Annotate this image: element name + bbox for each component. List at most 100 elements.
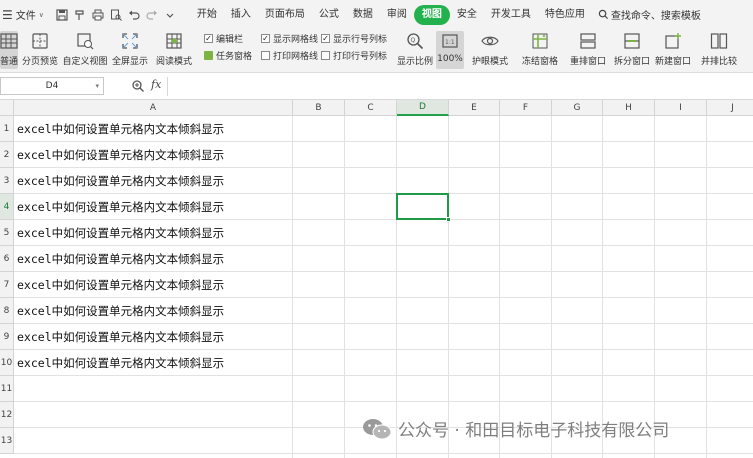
print-icon[interactable] xyxy=(90,7,106,23)
row-header-6[interactable]: 6 xyxy=(0,246,14,272)
cell-a4[interactable]: excel中如何设置单元格内文本倾斜显示 xyxy=(17,194,224,220)
tab-page-layout[interactable]: 页面布局 xyxy=(258,5,312,25)
new-window-button[interactable]: 新建窗口 xyxy=(653,31,693,69)
split-window-button[interactable]: 拆分窗口 xyxy=(612,31,652,69)
cell-a5[interactable]: excel中如何设置单元格内文本倾斜显示 xyxy=(17,220,224,246)
view-ribbon: 普通 分页预览 自定义视图 全屏显示 阅读模式 ✓ 编辑栏 任务窗格 ✓ 显示网格线… xyxy=(0,29,753,73)
fx-icon[interactable]: fx xyxy=(151,78,161,91)
tab-review[interactable]: 审阅 xyxy=(380,5,414,25)
column-header-g[interactable]: G xyxy=(552,100,603,116)
row-header-7[interactable]: 7 xyxy=(0,272,14,298)
side-by-side-icon xyxy=(709,31,729,51)
column-header-b[interactable]: B xyxy=(293,100,345,116)
checkbox-checked-icon: ✓ xyxy=(321,33,330,43)
eye-protection-button[interactable]: 护眼模式 xyxy=(470,31,510,69)
print-preview-icon[interactable] xyxy=(108,7,124,23)
row-header-8[interactable]: 8 xyxy=(0,298,14,324)
cell-a2[interactable]: excel中如何设置单元格内文本倾斜显示 xyxy=(17,142,224,168)
undo-icon[interactable] xyxy=(126,7,142,23)
cell-a3[interactable]: excel中如何设置单元格内文本倾斜显示 xyxy=(17,168,224,194)
menu-bar: ☰ 文件 ∨ 开始 插入 页面布局 公式 数据 审阅 视图 安全 开发工具 特色… xyxy=(0,0,753,29)
page-break-preview-button[interactable]: 分页预览 xyxy=(21,31,59,69)
row-header-1[interactable]: 1 xyxy=(0,116,14,142)
column-header-a[interactable]: A xyxy=(14,100,293,116)
save-icon[interactable] xyxy=(54,7,70,23)
worksheet-grid[interactable]: A B C D E F G H I J 1 excel中如何设置单元格内文本倾斜显示 2 excel中如何… xyxy=(0,100,753,458)
tab-view[interactable]: 视图 xyxy=(413,4,450,25)
print-gridlines-checkbox[interactable]: 打印网格线 xyxy=(261,49,318,62)
tab-data[interactable]: 数据 xyxy=(346,5,380,25)
normal-view-button[interactable]: 普通 xyxy=(0,31,18,69)
column-header-c[interactable]: C xyxy=(345,100,397,116)
cell-a9[interactable]: excel中如何设置单元格内文本倾斜显示 xyxy=(17,324,224,350)
formula-bar: D4 ▾ fx xyxy=(0,73,753,100)
chevron-down-icon[interactable]: ▾ xyxy=(95,82,99,90)
custom-view-icon xyxy=(75,31,95,51)
rearrange-windows-button[interactable]: 重排窗口 xyxy=(566,31,610,69)
zoom-icon: Q xyxy=(405,31,425,51)
normal-view-label: 普通 xyxy=(0,57,19,67)
print-gridlines-label: 打印网格线 xyxy=(273,52,319,62)
select-all-corner[interactable] xyxy=(0,100,14,116)
zoom-100-button[interactable]: 1:1 100% xyxy=(436,31,464,69)
column-header-i[interactable]: I xyxy=(655,100,707,116)
hamburger-icon: ☰ xyxy=(2,7,13,22)
reading-mode-icon xyxy=(164,31,184,51)
cell-a7[interactable]: excel中如何设置单元格内文本倾斜显示 xyxy=(17,272,224,298)
active-cell-selection[interactable] xyxy=(396,193,451,222)
column-header-d[interactable]: D xyxy=(397,100,449,116)
more-icon[interactable] xyxy=(162,7,178,23)
zoom-ratio-button[interactable]: Q 显示比例 xyxy=(396,31,434,69)
reading-mode-button[interactable]: 阅读模式 xyxy=(152,31,196,69)
column-header-h[interactable]: H xyxy=(603,100,655,116)
redo-icon[interactable] xyxy=(144,7,160,23)
cell-a1[interactable]: excel中如何设置单元格内文本倾斜显示 xyxy=(17,116,224,142)
column-header-e[interactable]: E xyxy=(449,100,500,116)
split-window-icon xyxy=(622,31,642,51)
file-menu[interactable]: ☰ 文件 ∨ xyxy=(0,0,44,29)
row-header-4[interactable]: 4 xyxy=(0,194,14,220)
new-window-icon xyxy=(663,31,683,51)
tab-formulas[interactable]: 公式 xyxy=(312,5,346,25)
cell-a10[interactable]: excel中如何设置单元格内文本倾斜显示 xyxy=(17,350,224,376)
formula-input[interactable] xyxy=(167,77,753,96)
fullscreen-button[interactable]: 全屏显示 xyxy=(112,31,148,69)
cell-a6[interactable]: excel中如何设置单元格内文本倾斜显示 xyxy=(17,246,224,272)
column-header-j[interactable]: J xyxy=(707,100,753,116)
row-header-5[interactable]: 5 xyxy=(0,220,14,246)
show-gridlines-checkbox[interactable]: ✓ 显示网格线 xyxy=(261,32,318,45)
cell-a8[interactable]: excel中如何设置单元格内文本倾斜显示 xyxy=(17,298,224,324)
zoom-100-icon: 1:1 xyxy=(440,31,460,51)
checkbox-unchecked-icon xyxy=(321,51,330,60)
search-icon xyxy=(598,9,608,20)
show-rowcol-headers-checkbox[interactable]: ✓ 显示行号列标 xyxy=(321,32,387,45)
fill-handle[interactable] xyxy=(446,217,451,222)
tab-insert[interactable]: 插入 xyxy=(224,5,258,25)
tab-security[interactable]: 安全 xyxy=(450,5,484,25)
custom-view-button[interactable]: 自定义视图 xyxy=(63,31,108,69)
row-header-11[interactable]: 11 xyxy=(0,376,14,402)
name-box[interactable]: D4 ▾ xyxy=(0,77,104,95)
tab-home[interactable]: 开始 xyxy=(190,5,224,25)
tab-developer[interactable]: 开发工具 xyxy=(484,5,538,25)
format-painter-icon[interactable] xyxy=(72,7,88,23)
row-header-2[interactable]: 2 xyxy=(0,142,14,168)
print-rowcol-headers-checkbox[interactable]: 打印行号列标 xyxy=(321,49,387,62)
command-search[interactable]: 查找命令、搜索模板 xyxy=(598,7,701,22)
edit-bar-label: 编辑栏 xyxy=(216,35,244,45)
tab-special[interactable]: 特色应用 xyxy=(538,5,592,25)
row-header-12[interactable]: 12 xyxy=(0,402,14,428)
row-header-10[interactable]: 10 xyxy=(0,350,14,376)
freeze-panes-label: 冻结窗格 xyxy=(521,57,558,67)
side-by-side-button[interactable]: 并排比较 xyxy=(700,31,738,69)
magnifier-icon[interactable] xyxy=(131,79,145,93)
freeze-panes-button[interactable]: 冻结窗格 xyxy=(518,31,562,69)
row-header-13[interactable]: 13 xyxy=(0,428,14,454)
task-pane-toggle[interactable]: 任务窗格 xyxy=(204,49,252,62)
row-header-9[interactable]: 9 xyxy=(0,324,14,350)
row-header-3[interactable]: 3 xyxy=(0,168,14,194)
checkbox-unchecked-icon xyxy=(261,51,270,60)
side-by-side-label: 并排比较 xyxy=(700,57,737,67)
edit-bar-checkbox[interactable]: ✓ 编辑栏 xyxy=(204,32,243,45)
column-header-f[interactable]: F xyxy=(500,100,552,116)
